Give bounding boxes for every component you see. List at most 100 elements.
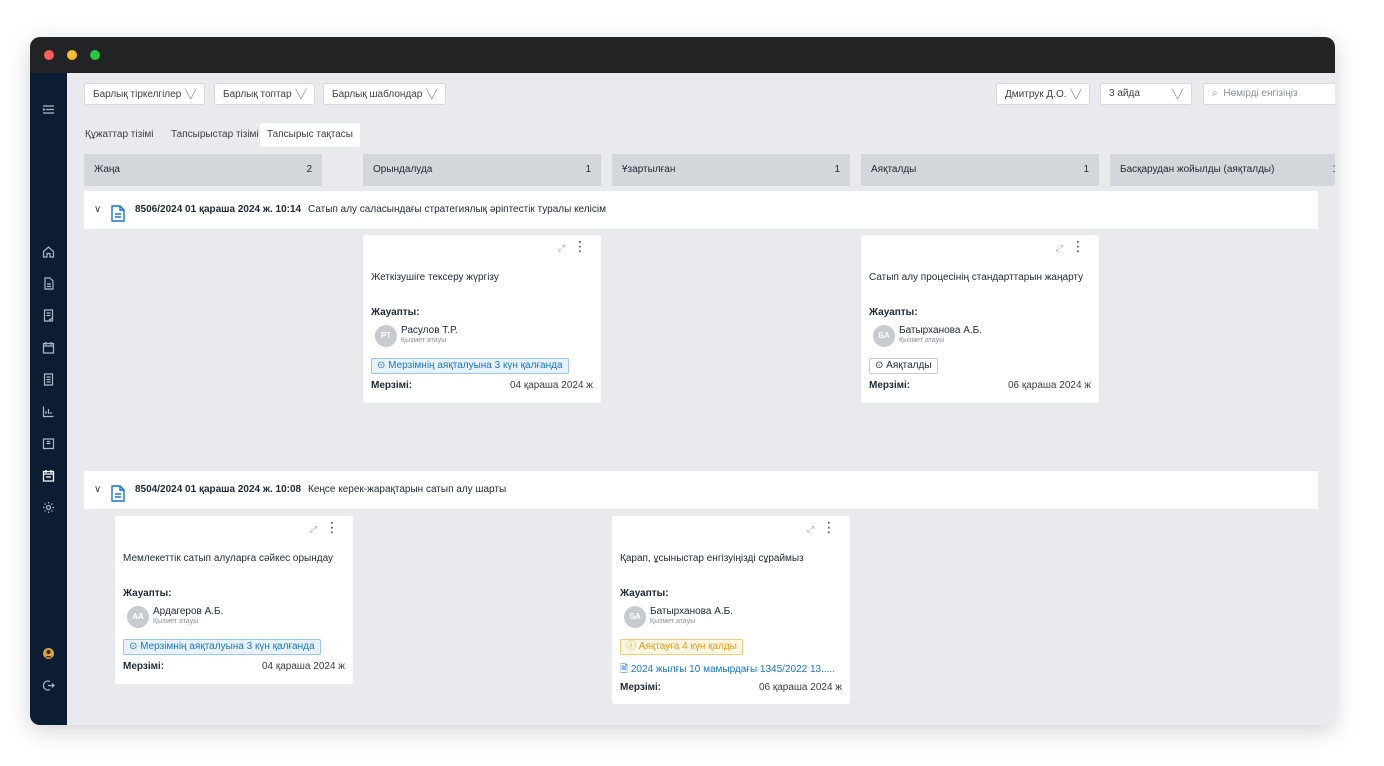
- chart-icon[interactable]: [42, 405, 55, 418]
- chevron-down-icon: ╲╱: [1172, 89, 1183, 99]
- chevron-down-icon[interactable]: ∨: [94, 471, 101, 509]
- minimize-window-button[interactable]: [67, 50, 77, 60]
- document-icon[interactable]: [42, 277, 55, 290]
- check-circle-icon: ⊙: [875, 360, 887, 371]
- avatar: БА: [624, 606, 646, 628]
- search-icon: ⌕: [1212, 88, 1218, 99]
- column-label: Ұзартылған: [622, 164, 676, 175]
- task-card[interactable]: ⤢ ⋮ Қарап, ұсыныстар енгізуіңізді сұрайм…: [612, 516, 850, 704]
- home-icon[interactable]: [42, 245, 55, 258]
- linked-document-label: 2024 жылғы 10 мамырдағы 1345/2022 13....…: [630, 664, 835, 675]
- column-count: 1: [585, 164, 591, 175]
- close-window-button[interactable]: [44, 50, 54, 60]
- document-number: 8504/2024 01 қараша 2024 ж. 10:08: [135, 484, 302, 495]
- groups-filter-label: Барлық топтар: [223, 89, 292, 100]
- calendar-icon[interactable]: [42, 341, 55, 354]
- task-card[interactable]: ⤢ ⋮ Мемлекеттік сатып алуларға сәйкес ор…: [115, 516, 353, 684]
- tab-orders-list[interactable]: Тапсырыстар тізімі: [164, 123, 266, 147]
- column-count: 1: [1083, 164, 1089, 175]
- tab-orders-board[interactable]: Тапсырыс тақтасы: [260, 123, 360, 147]
- avatar: БА: [873, 325, 895, 347]
- responsible-label: Жауапты:: [123, 588, 172, 599]
- due-label: Мерзімі:: [371, 380, 413, 391]
- inbox-icon[interactable]: [42, 437, 55, 450]
- deadline-badge: ⊙ Мерзімнің аяқталуына 3 күн қалғанда: [123, 639, 321, 655]
- responsible-name: Расулов Т.Р.: [401, 325, 458, 336]
- sidebar: [30, 73, 67, 725]
- board-icon[interactable]: [42, 469, 55, 482]
- logout-icon[interactable]: [42, 679, 55, 692]
- groups-filter[interactable]: Барлық топтар ╲╱: [214, 83, 316, 105]
- app-window: Барлық тіркелгілер ╲╱ Барлық топтар ╲╱ Бар…: [30, 37, 1335, 725]
- document-group-row[interactable]: ∨ 8506/2024 01 қараша 2024 ж. 10:14 Саты…: [84, 191, 1318, 229]
- registers-filter[interactable]: Барлық тіркелгілер ╲╱: [84, 83, 206, 105]
- warning-circle-icon: ⓘ: [626, 641, 639, 652]
- avatar: АА: [127, 606, 149, 628]
- templates-filter[interactable]: Барлық шаблондар ╲╱: [323, 83, 447, 105]
- menu-icon[interactable]: [42, 103, 55, 116]
- responsible-position: Қызмет атауы: [153, 618, 199, 625]
- task-title: Сатып алу процесінің стандарттарын жаңар…: [869, 272, 1084, 283]
- document-description: Кеңсе керек-жарақтарын сатып алу шарты: [308, 484, 507, 495]
- user-filter[interactable]: Дмитрук Д.О. ╲╱: [996, 83, 1090, 105]
- chevron-down-icon: ╲╱: [185, 89, 197, 99]
- responsible-label: Жауапты:: [620, 588, 669, 599]
- document-icon: [111, 201, 125, 239]
- column-count: 2: [306, 164, 312, 175]
- responsible-label: Жауапты:: [869, 307, 918, 318]
- templates-filter-label: Барлық шаблондар: [332, 89, 423, 100]
- column-in-progress: Орындалуда 1: [363, 154, 601, 186]
- document-group-row[interactable]: ∨ 8504/2024 01 қараша 2024 ж. 10:08 Кеңс…: [84, 471, 1318, 509]
- title-bar: [30, 37, 1335, 73]
- more-options-icon[interactable]: ⋮: [822, 520, 836, 534]
- search-placeholder: Нөмірді енгізіңіз: [1223, 88, 1298, 99]
- more-options-icon[interactable]: ⋮: [573, 239, 587, 253]
- responsible-name: Батырханова А.Б.: [899, 325, 982, 336]
- column-new: Жаңа 2: [84, 154, 322, 186]
- chevron-down-icon: ╲╱: [295, 89, 307, 99]
- document-check-icon[interactable]: [42, 309, 55, 322]
- tab-documents-list[interactable]: Құжаттар тізімі: [78, 123, 161, 147]
- search-input[interactable]: ⌕ Нөмірді енгізіңіз ▼: [1203, 83, 1335, 105]
- task-title: Қарап, ұсыныстар енгізуіңізді сұраймыз: [620, 553, 804, 564]
- expand-icon[interactable]: ⤢: [310, 524, 317, 535]
- user-filter-label: Дмитрук Д.О.: [1005, 89, 1067, 100]
- expand-icon[interactable]: ⤢: [1056, 243, 1063, 254]
- avatar-icon[interactable]: [42, 647, 55, 660]
- due-date: 06 қараша 2024 ж: [1007, 380, 1091, 391]
- responsible-name: Ардагеров А.Б.: [153, 606, 224, 617]
- column-count: 1: [1332, 154, 1335, 186]
- responsible-position: Қызмет атауы: [401, 337, 447, 344]
- list-icon[interactable]: [42, 373, 55, 386]
- responsible-name: Батырханова А.Б.: [650, 606, 733, 617]
- chevron-down-icon[interactable]: ∨: [94, 191, 101, 229]
- due-date: 04 қараша 2024 ж: [509, 380, 593, 391]
- due-label: Мерзімі:: [123, 661, 165, 672]
- badge-label: Мерзімнің аяқталуына 3 күн қалғанда: [140, 641, 315, 652]
- expand-icon[interactable]: ⤢: [807, 524, 814, 535]
- more-options-icon[interactable]: ⋮: [1071, 239, 1085, 253]
- badge-label: Аяқтауға 4 күн қалды: [638, 641, 737, 652]
- column-count: 1: [834, 164, 840, 175]
- period-select[interactable]: 3 айда ╲╱: [1100, 83, 1192, 105]
- task-card[interactable]: ⤢ ⋮ Сатып алу процесінің стандарттарын ж…: [861, 235, 1099, 403]
- badge-label: Аяқталды: [886, 360, 932, 371]
- due-label: Мерзімі:: [869, 380, 911, 391]
- task-card[interactable]: ⤢ ⋮ Жеткізушіге тексеру жүргізу Жауапты:…: [363, 235, 601, 403]
- settings-icon[interactable]: [42, 501, 55, 514]
- more-options-icon[interactable]: ⋮: [325, 520, 339, 534]
- column-label: Аяқталды: [871, 164, 917, 175]
- deadline-badge: ⊙ Мерзімнің аяқталуына 3 күн қалғанда: [371, 358, 569, 374]
- chevron-down-icon: ╲╱: [1070, 89, 1082, 99]
- column-removed: Басқарудан жойылды (аяқталды) 1: [1110, 154, 1335, 186]
- maximize-window-button[interactable]: [90, 50, 100, 60]
- period-select-label: 3 айда: [1109, 88, 1140, 99]
- document-icon: [111, 481, 125, 519]
- document-description: Сатып алу саласындағы стратегиялық әріпт…: [308, 204, 606, 215]
- expand-icon[interactable]: ⤢: [558, 243, 565, 254]
- linked-document[interactable]: 🗎 2024 жылғы 10 мамырдағы 1345/2022 13..…: [620, 662, 835, 679]
- responsible-position: Қызмет атауы: [899, 337, 945, 344]
- column-label: Жаңа: [94, 164, 120, 175]
- avatar: РТ: [375, 325, 397, 347]
- document-number: 8506/2024 01 қараша 2024 ж. 10:14: [135, 204, 302, 215]
